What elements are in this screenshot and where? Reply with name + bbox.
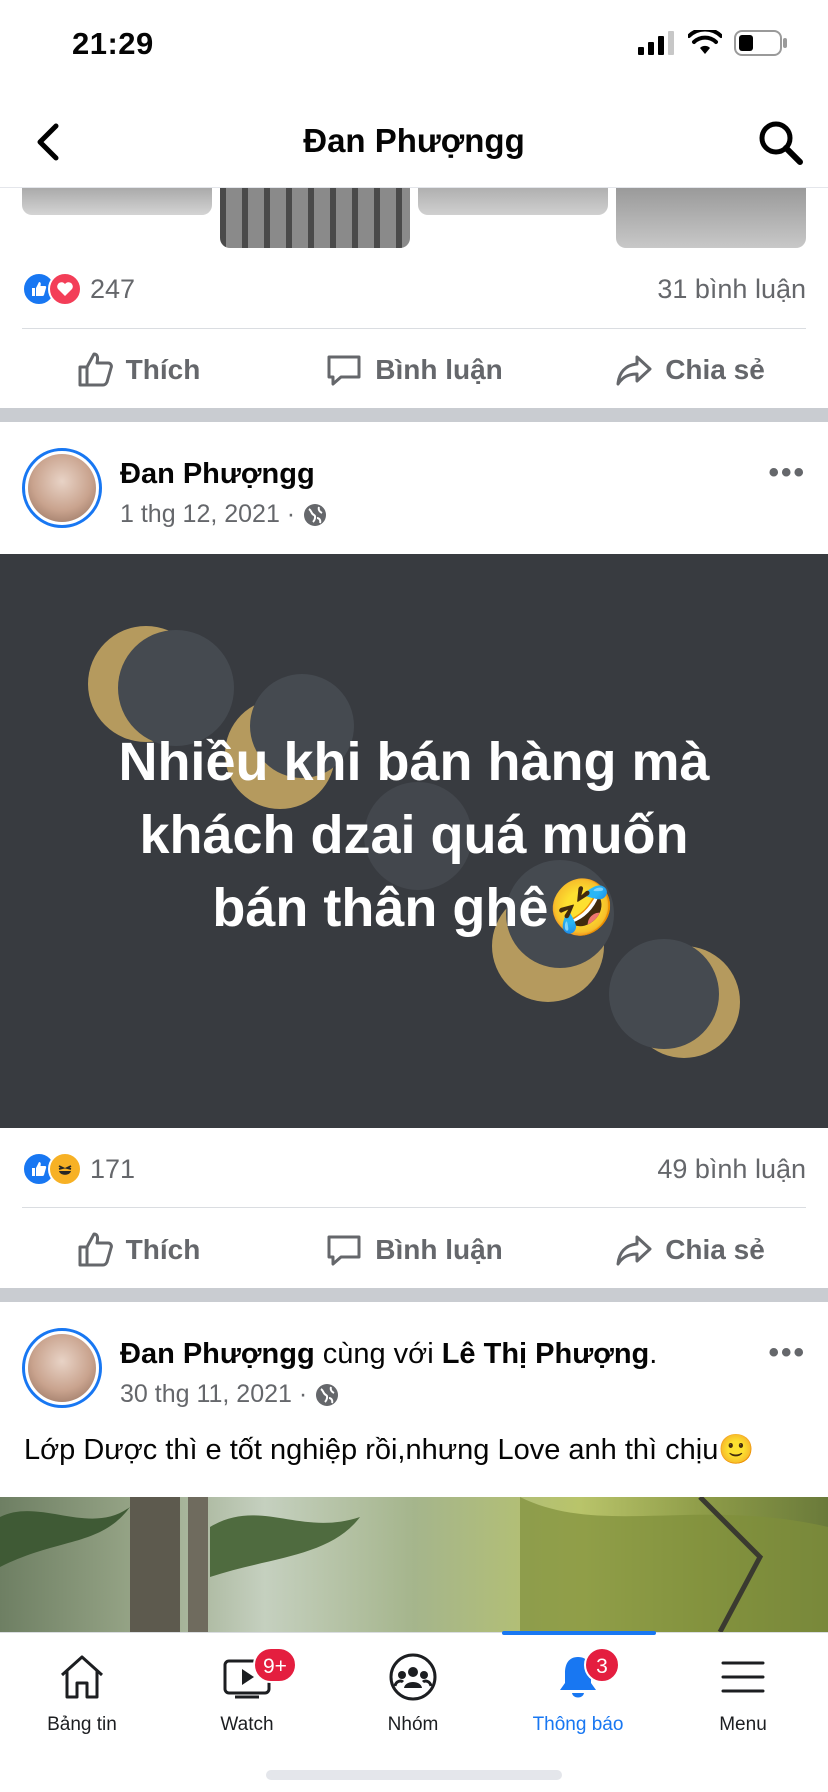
post-separator [0,1288,828,1302]
tab-label: Nhóm [387,1714,439,1735]
menu-icon [721,1661,765,1693]
divider [22,1207,806,1208]
share-icon [616,1235,652,1266]
photo-thumb[interactable] [220,188,410,248]
tab-label: Watch [220,1714,274,1735]
status-icons [638,30,788,56]
page-title: Đan Phượngg [303,122,525,159]
status-line: khách dzai quá muốn [139,805,689,865]
photo-thumb[interactable] [616,188,806,248]
share-label: Chia sẻ [665,354,765,385]
tab-label: Thông báo [532,1714,624,1735]
tagged-user[interactable]: Lê Thị Phượng [442,1338,650,1370]
active-tab-indicator [502,1631,656,1635]
reaction-count: 171 [90,1153,136,1184]
post-meta: 30 thg 11, 2021 · [120,1380,339,1409]
comment-button[interactable]: Bình luận [276,1214,552,1286]
share-icon [616,355,652,386]
tab-notifications[interactable]: Thông báo 3 [508,1647,648,1736]
nav-bar: Đan Phượngg [0,96,828,188]
post-caption: Lớp Dược thì e tốt nghiệp rồi,nhưng Love… [24,1434,755,1466]
bottom-tab-bar: Bảng tin Watch 9+ Nhóm Thông báo 3 Menu [0,1631,828,1792]
home-icon [60,1655,104,1699]
post1-actions: Thích Bình luận Chia sẻ [0,334,828,406]
comment-count[interactable]: 49 bình luận [657,1154,806,1185]
status-post[interactable]: Nhiều khi bán hàng mà khách dzai quá muố… [0,554,828,1128]
photo-thumb[interactable] [418,188,608,215]
thumbs-up-icon [78,352,113,387]
wifi-icon [688,30,722,54]
tab-menu[interactable]: Menu [673,1651,813,1736]
like-label: Thích [125,354,201,385]
avatar[interactable] [22,1328,102,1408]
post2-reactions[interactable]: 171 49 bình luận [22,1144,806,1194]
status-line: bán thân ghê🤣 [212,878,616,938]
author-name[interactable]: Đan Phượngg [120,1338,315,1370]
more-options-icon[interactable]: ••• [768,456,806,490]
signal-icon [638,31,674,55]
period: . [649,1338,658,1370]
post-separator [0,408,828,422]
like-label: Thích [125,1234,201,1265]
status-bar: 21:29 [0,0,828,90]
comment-label: Bình luận [375,354,503,385]
more-options-icon[interactable]: ••• [768,1336,806,1370]
post-photo[interactable] [0,1497,828,1632]
post-date[interactable]: 1 thg 12, 2021 · [120,500,295,529]
avatar[interactable] [22,448,102,528]
status-line: Nhiều khi bán hàng mà [118,732,710,792]
post-date[interactable]: 30 thg 11, 2021 · [120,1380,307,1409]
comment-icon [327,355,361,386]
post2-actions: Thích Bình luận Chia sẻ [0,1214,828,1286]
tree-photo [0,1497,828,1632]
post-meta: 1 thg 12, 2021 · [120,500,327,529]
home-indicator [266,1770,562,1780]
divider [22,328,806,329]
comment-icon [327,1235,361,1266]
love-reaction-icon [48,272,82,306]
tab-label: Bảng tin [47,1714,117,1735]
share-button[interactable]: Chia sẻ [552,334,828,406]
battery-icon [734,30,787,56]
reaction-count: 247 [90,273,136,304]
tab-label: Menu [719,1714,767,1735]
status-text: Nhiều khi bán hàng mà khách dzai quá muố… [40,726,788,945]
notification-badge: 3 [584,1647,620,1683]
notification-badge: 9+ [253,1647,297,1683]
groups-icon [389,1653,437,1701]
post3-header: Đan Phượngg cùng với Lê Thị Phượng. 30 t… [22,1328,806,1418]
globe-icon [316,1383,339,1406]
thumbs-up-icon [78,1232,113,1267]
post1-reactions[interactable]: 247 31 bình luận [22,264,806,314]
photo-thumb[interactable] [22,188,212,215]
share-button[interactable]: Chia sẻ [552,1214,828,1286]
search-icon[interactable] [756,118,804,166]
tab-watch[interactable]: Watch 9+ [177,1647,317,1736]
author-line: Đan Phượngg cùng với Lê Thị Phượng. [120,1338,657,1371]
tab-groups[interactable]: Nhóm [343,1651,483,1736]
post2-header: Đan Phượngg 1 thg 12, 2021 · ••• [22,448,806,538]
haha-reaction-icon [48,1152,82,1186]
author-name[interactable]: Đan Phượngg [120,458,315,491]
post1-photo-grid[interactable] [22,188,808,248]
comment-label: Bình luận [375,1234,503,1265]
share-label: Chia sẻ [665,1234,765,1265]
like-button[interactable]: Thích [0,1214,276,1286]
with-text: cùng với [322,1338,434,1370]
globe-icon [304,503,327,526]
status-time: 21:29 [72,26,154,61]
tab-news-feed[interactable]: Bảng tin [12,1651,152,1736]
like-button[interactable]: Thích [0,334,276,406]
comment-count[interactable]: 31 bình luận [657,274,806,305]
comment-button[interactable]: Bình luận [276,334,552,406]
